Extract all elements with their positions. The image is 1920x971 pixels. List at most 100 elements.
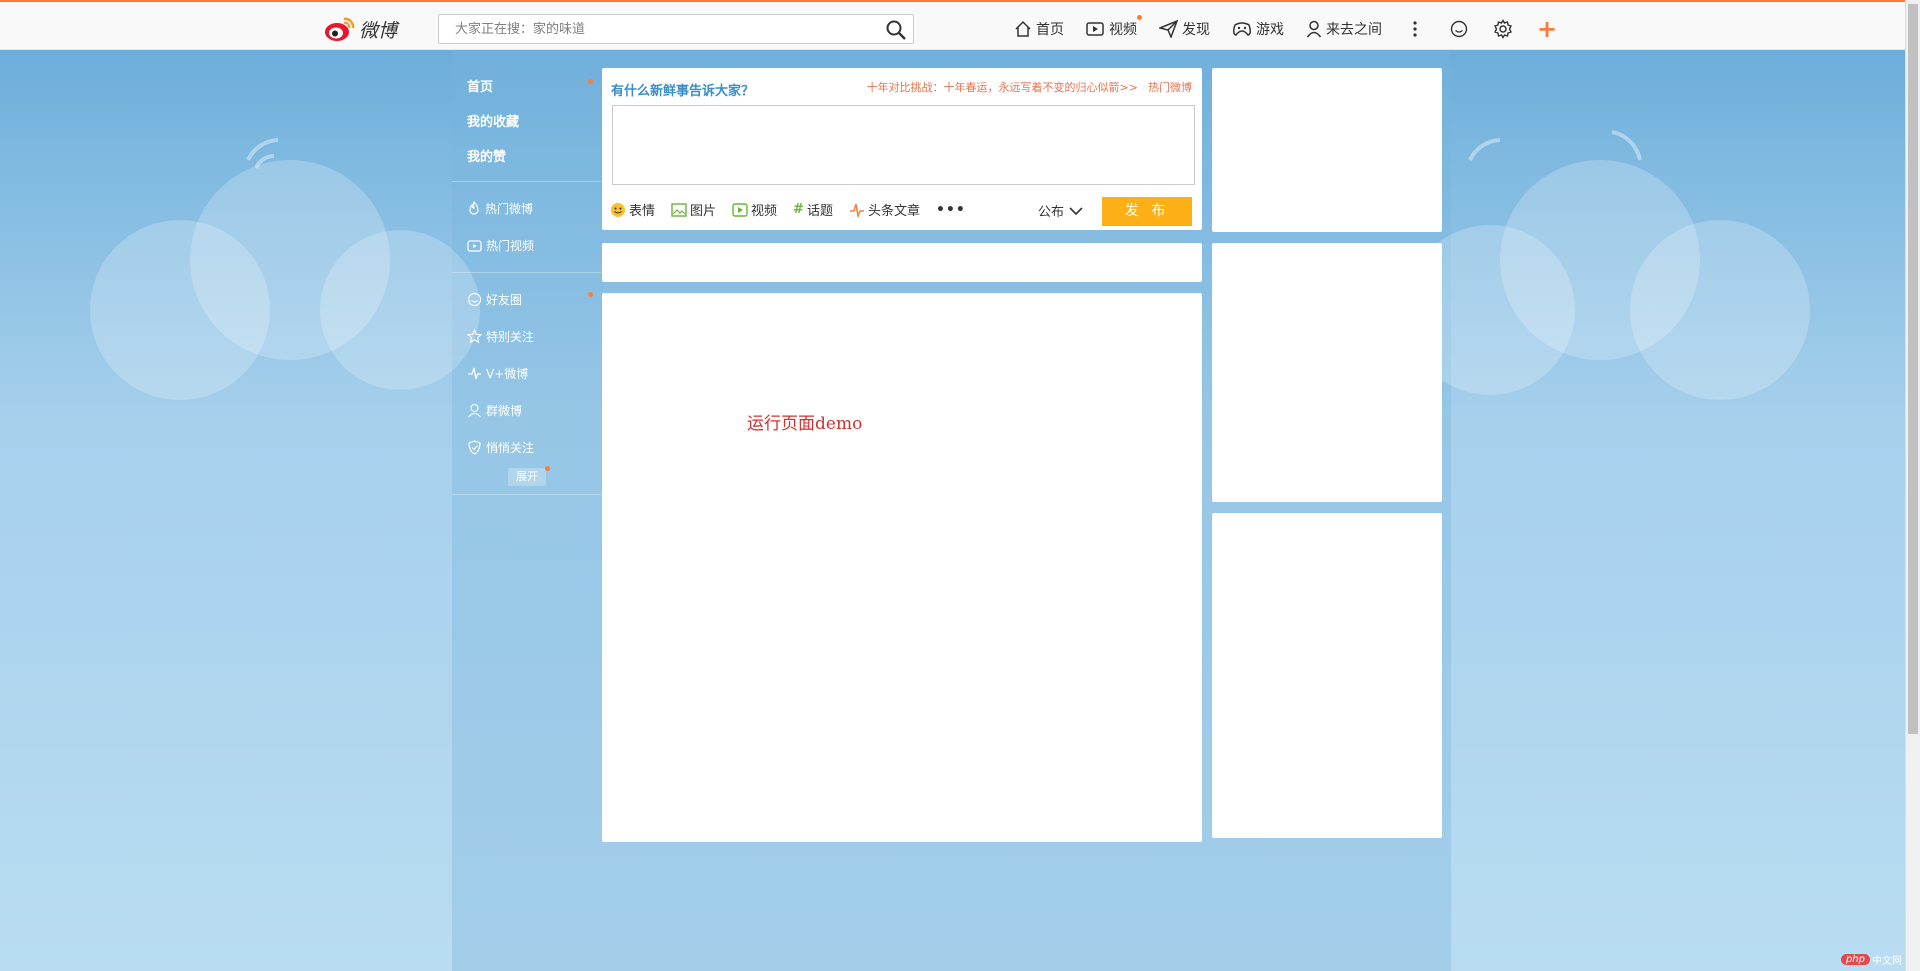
visibility-label: 公布 xyxy=(1038,205,1065,220)
nav-discover[interactable]: 发现 xyxy=(1159,19,1210,39)
nav-games-label: 游戏 xyxy=(1256,22,1284,38)
tool-image-label: 图片 xyxy=(690,204,717,219)
shield-icon xyxy=(468,440,481,455)
more-vertical-icon[interactable] xyxy=(1404,18,1426,40)
nav-home[interactable]: 首页 xyxy=(1014,19,1064,39)
search-box xyxy=(438,14,914,44)
leftnav-vplus-label: V+微博 xyxy=(486,367,529,381)
expand-button[interactable]: 展开 xyxy=(508,466,550,486)
leftnav-secret-follow-label: 悄悄关注 xyxy=(486,441,535,455)
video-icon xyxy=(732,202,748,217)
watermark-text: 中文网 xyxy=(1872,956,1902,967)
post-button[interactable]: 发 布 xyxy=(1102,197,1192,226)
weibo-logo[interactable]: 微博 xyxy=(324,14,410,44)
divider xyxy=(452,272,601,273)
leftnav-hot-weibo-label: 热门微博 xyxy=(485,202,534,216)
notification-dot xyxy=(588,292,593,297)
right-card-3 xyxy=(1212,513,1442,838)
tool-image[interactable]: 图片 xyxy=(671,200,716,219)
feed-panel: 运行页面demo xyxy=(602,293,1202,842)
visibility-select[interactable]: 公布 xyxy=(1038,201,1084,220)
video-icon xyxy=(1086,22,1104,36)
paper-plane-icon xyxy=(1159,20,1178,38)
leftnav-vplus[interactable]: V+微博 xyxy=(452,355,601,392)
scrollbar[interactable] xyxy=(1905,0,1920,971)
nav-home-label: 首页 xyxy=(1036,22,1064,38)
star-icon xyxy=(467,329,482,344)
tool-video[interactable]: 视频 xyxy=(732,200,777,219)
tool-topic-label: 话题 xyxy=(806,204,833,219)
emoji-icon xyxy=(611,202,625,217)
gear-icon[interactable] xyxy=(1492,18,1514,40)
notification-dot xyxy=(1137,15,1142,20)
tool-video-label: 视频 xyxy=(751,204,778,219)
expand-label: 展开 xyxy=(516,470,538,483)
leftnav-home-label: 首页 xyxy=(467,80,494,95)
leftnav-special-follow-label: 特别关注 xyxy=(486,330,535,344)
nav-profile-label: 来去之间 xyxy=(1326,22,1382,38)
tool-emoji[interactable]: 表情 xyxy=(610,200,655,219)
scrollbar-thumb[interactable] xyxy=(1908,4,1918,734)
hot-weibo-link[interactable]: 热门微博 xyxy=(1148,81,1192,94)
leftnav-friends[interactable]: 好友圈 xyxy=(452,281,601,318)
leftnav-likes[interactable]: 我的赞 xyxy=(452,138,601,173)
leftnav-secret-follow[interactable]: 悄悄关注 xyxy=(452,429,601,466)
right-card-2 xyxy=(1212,243,1442,502)
demo-text: 运行页面demo xyxy=(747,414,863,434)
right-card-1 xyxy=(1212,68,1442,232)
weibo-eye-icon xyxy=(324,15,356,43)
leftnav-likes-label: 我的赞 xyxy=(467,150,507,165)
search-icon[interactable] xyxy=(885,19,907,41)
home-icon xyxy=(1015,20,1031,37)
plus-icon[interactable]: + xyxy=(1536,17,1558,41)
hashtag-icon: # xyxy=(793,202,804,217)
nav-profile[interactable]: 来去之间 xyxy=(1306,19,1382,39)
top-nav: 首页 视频 发现 游戏 来去之间 + xyxy=(1014,14,1580,44)
feed-tab-bar xyxy=(602,243,1202,282)
divider xyxy=(452,494,601,495)
hot-topic-link[interactable]: 十年对比挑战：十年春运，永远写着不变的归心似箭>> 热门微博 xyxy=(867,79,1192,95)
nav-games[interactable]: 游戏 xyxy=(1232,19,1284,39)
video-icon xyxy=(467,239,482,252)
chevron-down-icon xyxy=(1069,206,1083,215)
user-icon xyxy=(468,403,481,418)
watermark: php 中文网 xyxy=(1840,952,1902,967)
more-tools-button[interactable]: ••• xyxy=(936,202,966,218)
publisher-toolbar: 表情 图片 视频 # 话题 头条文章 ••• xyxy=(610,200,966,219)
nav-video-label: 视频 xyxy=(1109,22,1137,38)
nav-discover-label: 发现 xyxy=(1182,22,1210,38)
publisher-prompt: 有什么新鲜事告诉大家？ xyxy=(611,84,755,99)
leftnav-favorites[interactable]: 我的收藏 xyxy=(452,103,601,138)
gamepad-icon xyxy=(1232,22,1252,36)
pulse-icon xyxy=(849,203,864,218)
left-nav: 首页 我的收藏 我的赞 热门微博 热门视频 好友圈 特别关注 V+微博 群微博 … xyxy=(452,68,601,503)
tool-topic[interactable]: # 话题 xyxy=(793,200,833,219)
hot-topic-text[interactable]: 十年对比挑战：十年春运，永远写着不变的归心似箭>> xyxy=(867,81,1138,94)
leftnav-group-weibo-label: 群微博 xyxy=(486,404,523,418)
tool-article-label: 头条文章 xyxy=(867,204,920,219)
search-input[interactable] xyxy=(455,15,875,43)
tool-article[interactable]: 头条文章 xyxy=(849,200,920,219)
publisher-card: 有什么新鲜事告诉大家？ 十年对比挑战：十年春运，永远写着不变的归心似箭>> 热门微… xyxy=(602,68,1202,230)
leftnav-home[interactable]: 首页 xyxy=(452,68,601,103)
leftnav-hot-video-label: 热门视频 xyxy=(486,239,535,253)
divider xyxy=(452,181,601,182)
notification-dot xyxy=(545,466,550,471)
user-icon xyxy=(1306,20,1322,38)
smiley-icon[interactable] xyxy=(1448,18,1470,40)
post-textarea[interactable] xyxy=(612,105,1195,185)
notification-dot xyxy=(588,79,593,84)
top-bar: 微博 首页 视频 发现 游戏 来去之间 xyxy=(0,0,1905,50)
tool-emoji-label: 表情 xyxy=(629,204,656,219)
nav-video[interactable]: 视频 xyxy=(1086,15,1142,39)
leftnav-hot-weibo[interactable]: 热门微博 xyxy=(452,190,601,227)
leftnav-hot-video[interactable]: 热门视频 xyxy=(452,227,601,264)
leftnav-group-weibo[interactable]: 群微博 xyxy=(452,392,601,429)
leftnav-friends-label: 好友圈 xyxy=(486,293,523,307)
image-icon xyxy=(671,202,687,217)
fire-icon xyxy=(469,201,479,215)
pulse-icon xyxy=(468,367,481,380)
brand-name: 微博 xyxy=(359,19,398,42)
smiley-icon xyxy=(467,292,482,307)
leftnav-special-follow[interactable]: 特别关注 xyxy=(452,318,601,355)
